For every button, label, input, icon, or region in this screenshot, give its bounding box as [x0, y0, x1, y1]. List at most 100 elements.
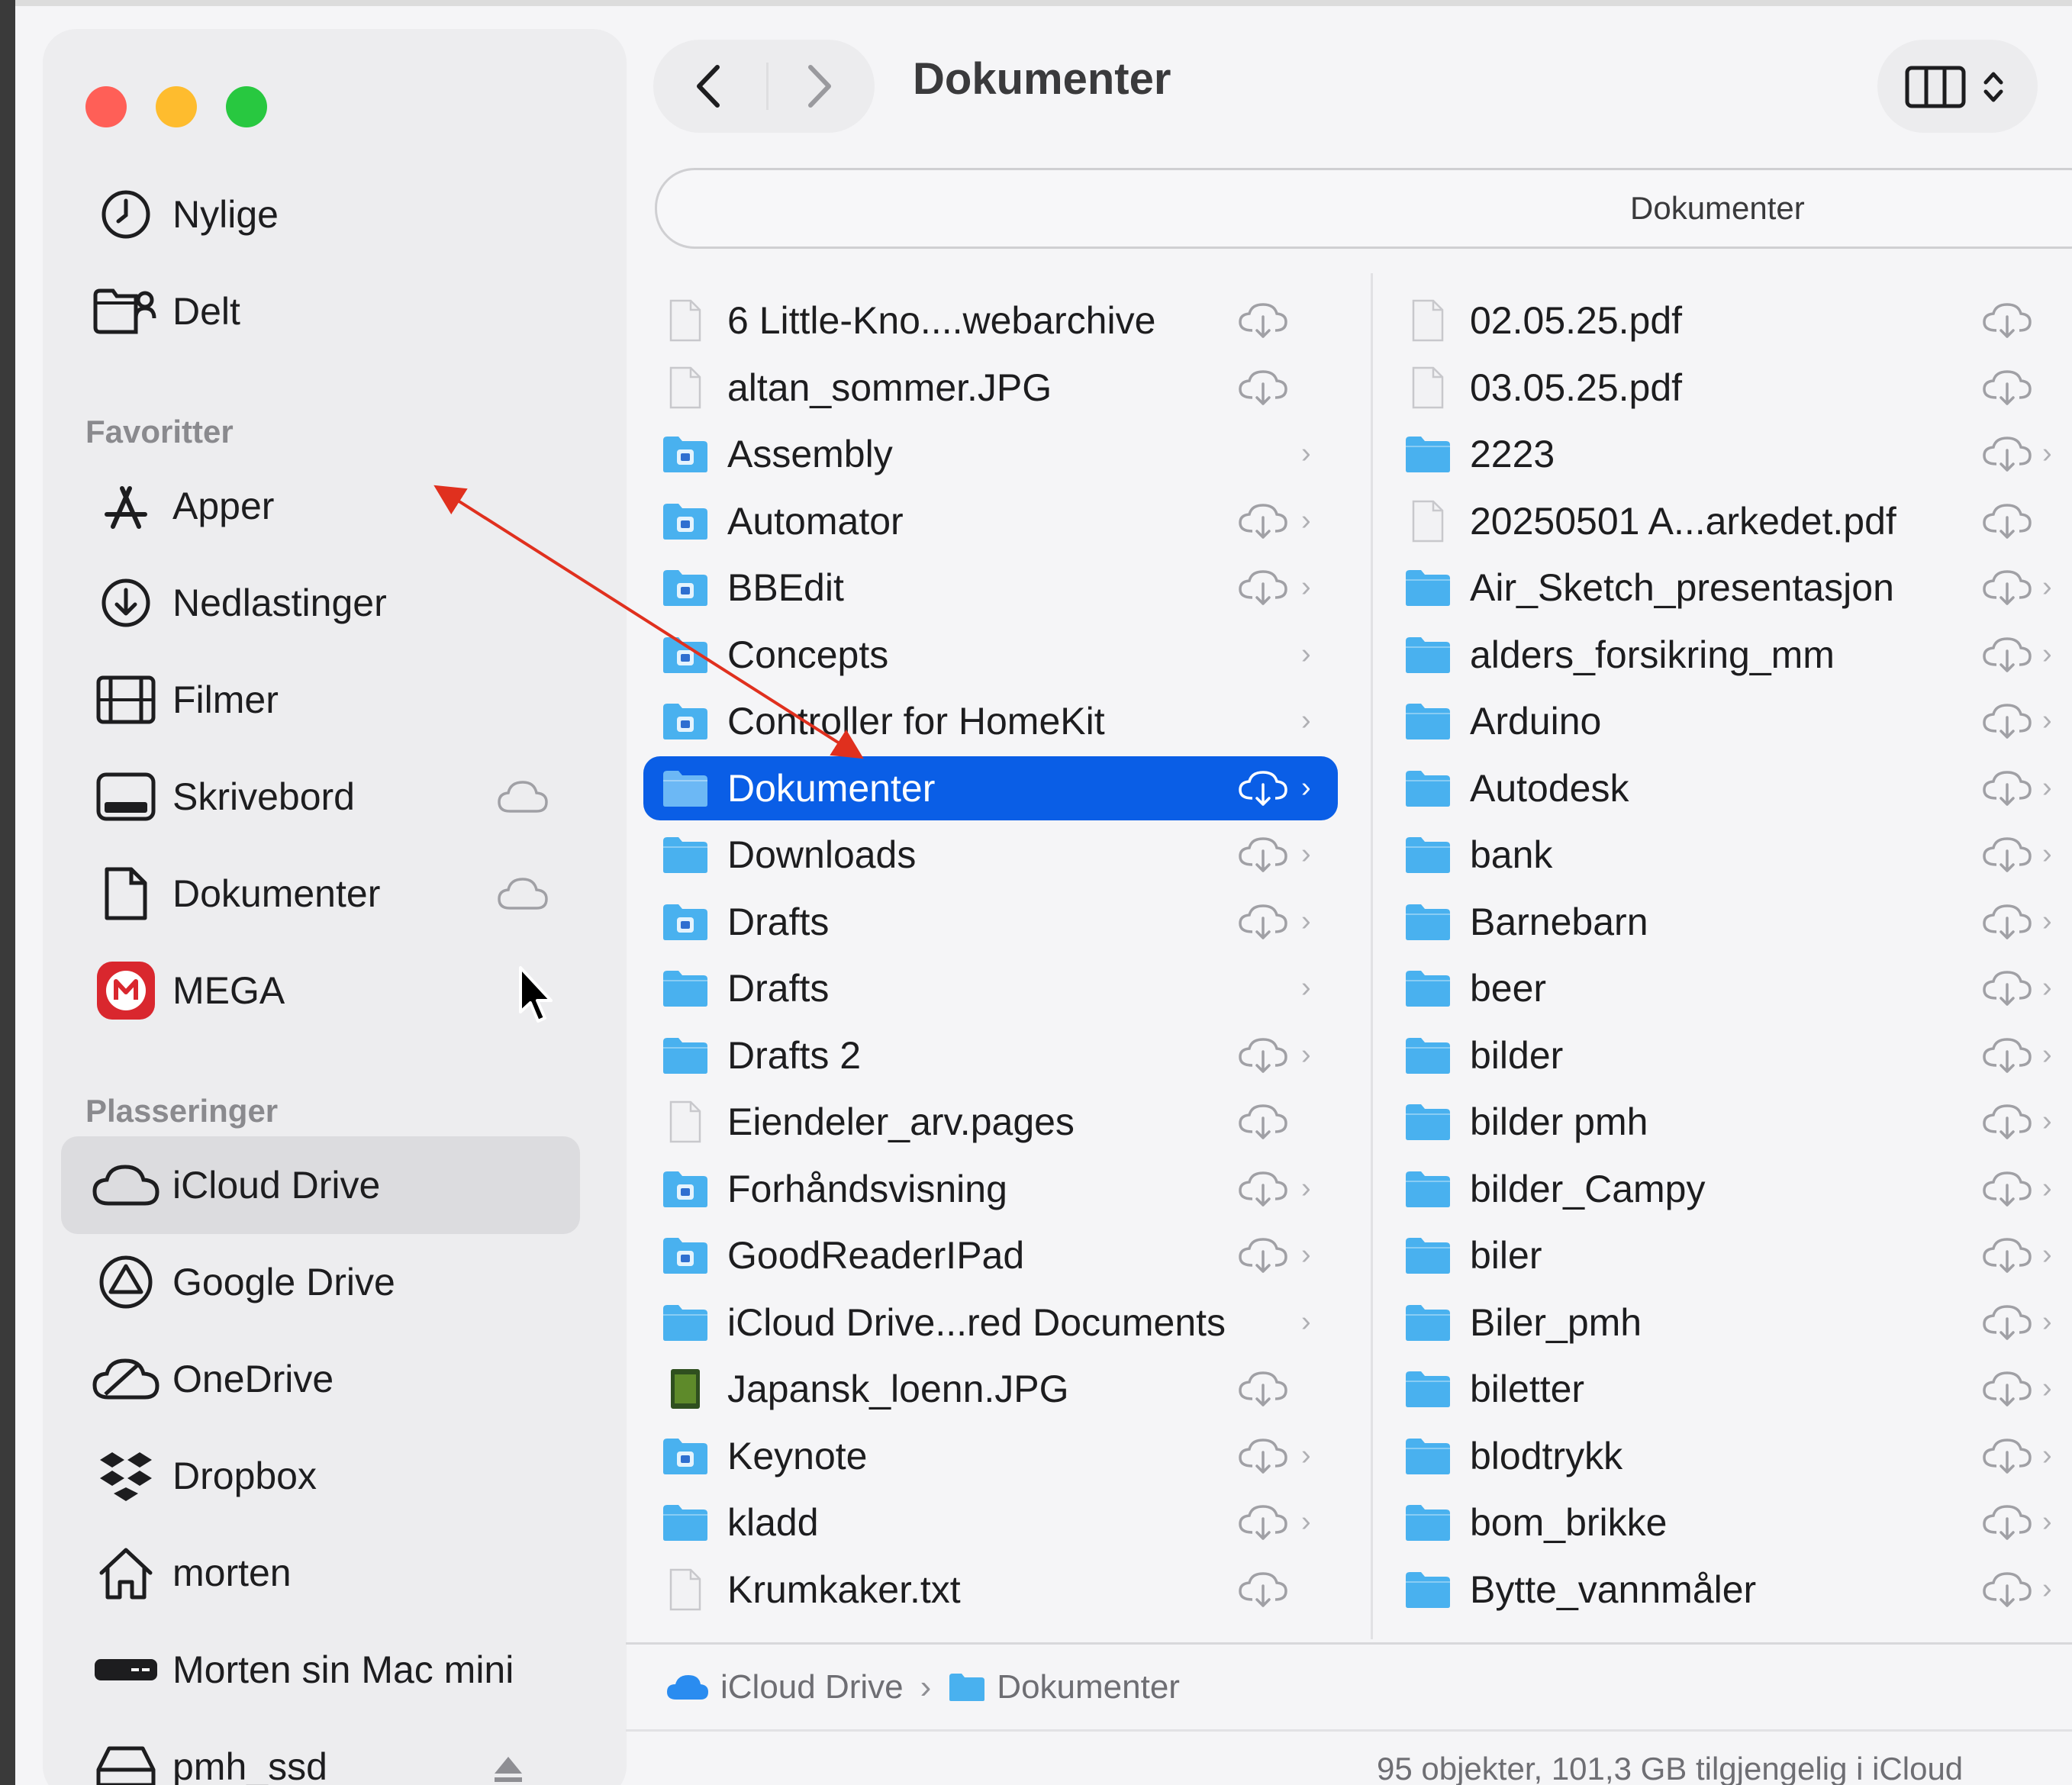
file-row-downloads[interactable]: Downloads ›	[643, 823, 1338, 887]
file-row-bbedit[interactable]: BBEdit ›	[643, 556, 1338, 620]
file-row-bytte-vannm-ler[interactable]: Bytte_vannmåler ›	[1386, 1558, 2072, 1622]
sidebar-item-morten-sin-mac-mini[interactable]: Morten sin Mac mini	[61, 1628, 580, 1712]
sidebar-item-filmer[interactable]: Filmer	[61, 658, 580, 742]
sidebar-item-delt[interactable]: Delt	[61, 269, 580, 353]
file-row-bilder[interactable]: bilder ›	[1386, 1023, 2072, 1087]
cloud-download-icon[interactable]	[1237, 836, 1289, 874]
back-button[interactable]	[684, 61, 737, 111]
sidebar-item-apper[interactable]: Apper	[61, 464, 580, 548]
cloud-download-icon[interactable]	[1981, 636, 2033, 674]
cloud-download-icon[interactable]	[1981, 969, 2033, 1007]
file-row-biler[interactable]: biler ›	[1386, 1223, 2072, 1287]
cloud-download-icon[interactable]	[1981, 702, 2033, 740]
file-row-air-sketch-presentasjon[interactable]: Air_Sketch_presentasjon ›	[1386, 556, 2072, 620]
file-row-biler-pmh[interactable]: Biler_pmh ›	[1386, 1290, 2072, 1355]
close-window-button[interactable]	[85, 86, 127, 127]
file-row-biletter[interactable]: biletter ›	[1386, 1357, 2072, 1421]
file-row-icloud-drive-red-documents[interactable]: iCloud Drive...red Documents ›	[643, 1290, 1338, 1355]
cloud-download-icon[interactable]	[1981, 1170, 2033, 1208]
sidebar-item-nedlastinger[interactable]: Nedlastinger	[61, 561, 580, 645]
cloud-download-icon[interactable]	[1237, 769, 1289, 807]
sidebar-item-google-drive[interactable]: Google Drive	[61, 1240, 580, 1324]
cloud-download-icon[interactable]	[1981, 1103, 2033, 1141]
file-row-kladd[interactable]: kladd ›	[643, 1490, 1338, 1555]
file-row-drafts[interactable]: Drafts ›	[643, 890, 1338, 954]
sidebar-item-icloud-drive[interactable]: iCloud Drive	[61, 1136, 580, 1234]
zoom-window-button[interactable]	[226, 86, 267, 127]
sidebar-item-nylige[interactable]: Nylige	[61, 172, 580, 256]
cloud-download-icon[interactable]	[1981, 1236, 2033, 1274]
cloud-download-icon[interactable]	[1981, 1303, 2033, 1342]
cloud-download-icon[interactable]	[1237, 1103, 1289, 1141]
cloud-download-icon[interactable]	[1237, 502, 1289, 540]
cloud-download-icon[interactable]	[1981, 502, 2033, 540]
file-row-bank[interactable]: bank ›	[1386, 823, 2072, 887]
file-row-autodesk[interactable]: Autodesk ›	[1386, 756, 2072, 820]
cloud-download-icon[interactable]	[1981, 1571, 2033, 1609]
file-row-20250501-a-arkedet-pdf[interactable]: 20250501 A...arkedet.pdf	[1386, 489, 2072, 553]
sidebar-item-dokumenter[interactable]: Dokumenter	[61, 852, 580, 936]
cloud-download-icon[interactable]	[1237, 1236, 1289, 1274]
file-row-bom-brikke[interactable]: bom_brikke ›	[1386, 1490, 2072, 1555]
file-row-beer[interactable]: beer ›	[1386, 956, 2072, 1020]
sidebar-item-pmh-ssd[interactable]: pmh_ssd	[61, 1725, 580, 1785]
sidebar-item-skrivebord[interactable]: Skrivebord	[61, 755, 580, 839]
cloud-download-icon[interactable]	[1237, 1036, 1289, 1075]
eject-icon[interactable]	[491, 1754, 545, 1785]
view-mode-button[interactable]	[1877, 40, 2038, 133]
sidebar-item-mega[interactable]: MEGA	[61, 949, 580, 1033]
cloud-download-icon[interactable]	[1981, 1437, 2033, 1475]
file-row-altan-sommer-jpg[interactable]: altan_sommer.JPG	[643, 356, 1338, 420]
cloud-download-icon[interactable]	[1981, 1036, 2033, 1075]
cloud-download-icon[interactable]	[1237, 1437, 1289, 1475]
file-row-03-05-25-pdf[interactable]: 03.05.25.pdf	[1386, 356, 2072, 420]
breadcrumb-icloud[interactable]: iCloud Drive	[720, 1668, 904, 1706]
cloud-download-icon[interactable]	[1981, 569, 2033, 607]
file-row-blodtrykk[interactable]: blodtrykk ›	[1386, 1424, 2072, 1488]
file-row-dokumenter[interactable]: Dokumenter ›	[643, 756, 1338, 820]
file-row-barnebarn[interactable]: Barnebarn ›	[1386, 890, 2072, 954]
cloud-download-icon[interactable]	[1981, 836, 2033, 874]
file-row-krumkaker-txt[interactable]: Krumkaker.txt	[643, 1558, 1338, 1622]
cloud-download-icon[interactable]	[1237, 903, 1289, 941]
cloud-download-icon[interactable]	[1237, 301, 1289, 340]
cloud-download-icon[interactable]	[1981, 903, 2033, 941]
sidebar-item-dropbox[interactable]: Dropbox	[61, 1434, 580, 1518]
cloud-download-icon[interactable]	[1981, 369, 2033, 407]
column-separator[interactable]	[1371, 273, 1373, 1639]
file-row-eiendeler-arv-pages[interactable]: Eiendeler_arv.pages	[643, 1090, 1338, 1154]
cloud-download-icon[interactable]	[1981, 1503, 2033, 1542]
cloud-download-icon[interactable]	[1237, 1170, 1289, 1208]
file-row-alders-forsikring-mm[interactable]: alders_forsikring_mm ›	[1386, 623, 2072, 687]
file-row-goodreaderipad[interactable]: GoodReaderIPad ›	[643, 1223, 1338, 1287]
cloud-download-icon[interactable]	[1237, 1370, 1289, 1408]
file-row-6-little-kno-webarchive[interactable]: 6 Little-Kno....webarchive	[643, 288, 1338, 353]
cloud-download-icon[interactable]	[1237, 569, 1289, 607]
file-row-bilder-pmh[interactable]: bilder pmh ›	[1386, 1090, 2072, 1154]
file-row-forh-ndsvisning[interactable]: Forhåndsvisning ›	[643, 1157, 1338, 1221]
cloud-download-icon[interactable]	[1981, 1370, 2033, 1408]
cloud-download-icon[interactable]	[1237, 369, 1289, 407]
tab-bar[interactable]: Dokumenter	[655, 168, 2072, 249]
file-row-2223[interactable]: 2223 ›	[1386, 422, 2072, 486]
file-row-bilder-campy[interactable]: bilder_Campy ›	[1386, 1157, 2072, 1221]
cloud-download-icon[interactable]	[1981, 301, 2033, 340]
file-row-drafts-2[interactable]: Drafts 2 ›	[643, 1023, 1338, 1087]
sidebar-item-morten[interactable]: morten	[61, 1531, 580, 1615]
file-row-automator[interactable]: Automator ›	[643, 489, 1338, 553]
cloud-download-icon[interactable]	[1237, 1503, 1289, 1542]
cloud-download-icon[interactable]	[1237, 1571, 1289, 1609]
minimize-window-button[interactable]	[156, 86, 197, 127]
breadcrumb-dokumenter[interactable]: Dokumenter	[997, 1668, 1180, 1706]
file-row-arduino[interactable]: Arduino ›	[1386, 689, 2072, 753]
file-row-02-05-25-pdf[interactable]: 02.05.25.pdf	[1386, 288, 2072, 353]
cloud-download-icon[interactable]	[1981, 435, 2033, 473]
file-row-japansk-loenn-jpg[interactable]: Japansk_loenn.JPG	[643, 1357, 1338, 1421]
sidebar-item-onedrive[interactable]: OneDrive	[61, 1337, 580, 1421]
file-row-keynote[interactable]: Keynote ›	[643, 1424, 1338, 1488]
file-row-drafts[interactable]: Drafts ›	[643, 956, 1338, 1020]
forward-button[interactable]	[791, 61, 844, 111]
cloud-download-icon[interactable]	[1981, 769, 2033, 807]
file-row-assembly[interactable]: Assembly ›	[643, 422, 1338, 486]
file-row-controller-for-homekit[interactable]: Controller for HomeKit ›	[643, 689, 1338, 753]
